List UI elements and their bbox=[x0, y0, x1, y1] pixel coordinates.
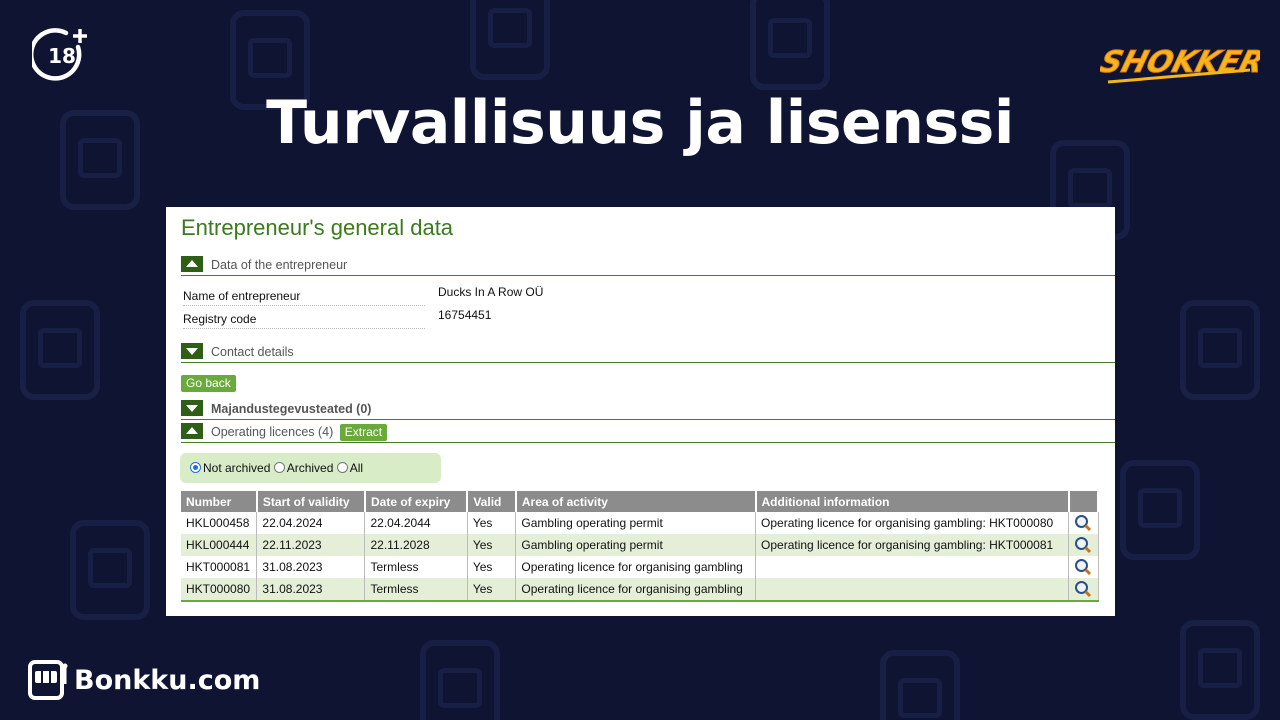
table-row: HKT000081 31.08.2023 Termless Yes Operat… bbox=[181, 556, 1099, 578]
magnifier-icon[interactable] bbox=[1074, 580, 1092, 598]
col-additional-information[interactable]: Additional information bbox=[755, 491, 1070, 512]
archive-filter: Not archived Archived All bbox=[180, 453, 441, 483]
cell-number: HKL000444 bbox=[181, 534, 258, 556]
slot-machine-icon bbox=[28, 660, 68, 700]
bonkku-logo: Bonkku.com bbox=[28, 658, 260, 702]
slide-title: Turvallisuus ja lisenssi bbox=[266, 88, 1014, 158]
cell-expiry: Termless bbox=[364, 556, 468, 578]
cell-number: HKL000458 bbox=[181, 512, 258, 534]
col-valid[interactable]: Valid bbox=[467, 491, 517, 512]
radio-label: Archived bbox=[286, 461, 334, 475]
radio-unchecked-icon bbox=[336, 462, 348, 473]
section-operating-licences[interactable]: Operating licences (4) Extract bbox=[181, 423, 1115, 443]
cell-area: Operating licence for organising gamblin… bbox=[515, 578, 757, 602]
col-actions bbox=[1068, 491, 1100, 512]
cell-start: 22.11.2023 bbox=[256, 534, 366, 556]
cell-info: Operating licence for organising gamblin… bbox=[755, 512, 1070, 534]
table-row: HKL000458 22.04.2024 22.04.2044 Yes Gamb… bbox=[181, 512, 1099, 534]
cell-valid: Yes bbox=[467, 512, 517, 534]
table-header-row: Number Start of validity Date of expiry … bbox=[181, 491, 1100, 512]
bonkku-logo-text: Bonkku.com bbox=[74, 664, 261, 696]
radio-unchecked-icon bbox=[273, 462, 285, 473]
cell-start: 31.08.2023 bbox=[256, 556, 366, 578]
table-row: HKT000080 31.08.2023 Termless Yes Operat… bbox=[181, 578, 1099, 602]
collapse-up-icon[interactable] bbox=[181, 256, 203, 272]
section-label: Majandustegevusteated (0) bbox=[211, 402, 372, 416]
cell-valid: Yes bbox=[467, 556, 517, 578]
cell-area: Operating licence for organising gamblin… bbox=[515, 556, 757, 578]
cell-area: Gambling operating permit bbox=[515, 534, 757, 556]
section-economic-notices[interactable]: Majandustegevusteated (0) bbox=[181, 400, 1115, 420]
cell-valid: Yes bbox=[467, 534, 517, 556]
field-value: 16754451 bbox=[438, 308, 492, 322]
magnifier-icon[interactable] bbox=[1074, 558, 1092, 576]
col-start-of-validity[interactable]: Start of validity bbox=[256, 491, 366, 512]
cell-number: HKT000081 bbox=[181, 556, 258, 578]
view-cell bbox=[1068, 512, 1099, 534]
table-row: HKL000444 22.11.2023 22.11.2028 Yes Gamb… bbox=[181, 534, 1099, 556]
extract-button[interactable]: Extract bbox=[339, 424, 388, 441]
cell-start: 22.04.2024 bbox=[256, 512, 366, 534]
section-contact-details[interactable]: Contact details bbox=[181, 343, 1115, 363]
go-back-button[interactable]: Go back bbox=[181, 375, 236, 392]
registry-screenshot-panel: Entrepreneur's general data Data of the … bbox=[166, 207, 1115, 616]
panel-heading: Entrepreneur's general data bbox=[181, 215, 454, 240]
view-cell bbox=[1068, 534, 1099, 556]
radio-checked-icon bbox=[190, 462, 201, 473]
magnifier-icon[interactable] bbox=[1074, 514, 1092, 532]
cell-info bbox=[755, 578, 1070, 602]
field-value: Ducks In A Row OÜ bbox=[438, 285, 544, 299]
section-label: Data of the entrepreneur bbox=[211, 258, 348, 272]
cell-info bbox=[755, 556, 1070, 578]
cell-valid: Yes bbox=[467, 578, 517, 602]
section-label: Contact details bbox=[211, 345, 294, 359]
view-cell bbox=[1068, 578, 1099, 602]
radio-archived[interactable]: Archived bbox=[273, 461, 334, 475]
col-date-of-expiry[interactable]: Date of expiry bbox=[364, 491, 469, 512]
cell-expiry: 22.04.2044 bbox=[364, 512, 468, 534]
cell-expiry: 22.11.2028 bbox=[364, 534, 468, 556]
licences-table: Number Start of validity Date of expiry … bbox=[181, 491, 1100, 602]
col-area-of-activity[interactable]: Area of activity bbox=[515, 491, 757, 512]
age-badge-text: 18 bbox=[48, 44, 76, 68]
collapse-up-icon[interactable] bbox=[181, 423, 203, 439]
radio-label: Not archived bbox=[203, 461, 271, 475]
cell-expiry: Termless bbox=[364, 578, 468, 602]
magnifier-icon[interactable] bbox=[1074, 536, 1092, 554]
field-registry-code: Registry code 16754451 bbox=[183, 308, 491, 329]
section-label: Operating licences (4) bbox=[211, 425, 334, 439]
cell-number: HKT000080 bbox=[181, 578, 258, 602]
field-label: Registry code bbox=[183, 312, 425, 329]
radio-all[interactable]: All bbox=[336, 461, 364, 475]
go-back-button-wrap: Go back bbox=[181, 374, 236, 392]
radio-not-archived[interactable]: Not archived bbox=[190, 461, 270, 475]
col-number[interactable]: Number bbox=[181, 491, 258, 512]
field-name-of-entrepreneur: Name of entrepreneur Ducks In A Row OÜ bbox=[183, 285, 543, 306]
section-data-of-entrepreneur[interactable]: Data of the entrepreneur bbox=[181, 256, 1115, 276]
expand-down-icon[interactable] bbox=[181, 400, 203, 416]
cell-area: Gambling operating permit bbox=[515, 512, 757, 534]
field-label: Name of entrepreneur bbox=[183, 289, 425, 306]
view-cell bbox=[1068, 556, 1099, 578]
age-18-plus-icon: 18 bbox=[28, 27, 92, 83]
cell-info: Operating licence for organising gamblin… bbox=[755, 534, 1070, 556]
shokker-logo: SHOKKER bbox=[1096, 32, 1268, 92]
radio-label: All bbox=[349, 461, 364, 475]
expand-down-icon[interactable] bbox=[181, 343, 203, 359]
cell-start: 31.08.2023 bbox=[256, 578, 366, 602]
